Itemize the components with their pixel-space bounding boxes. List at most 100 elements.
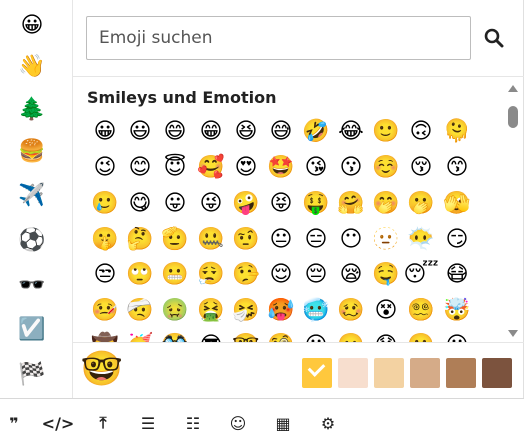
emoji-cell[interactable]: 😏 <box>442 225 472 255</box>
emoji-cell[interactable]: 😕 <box>301 331 331 343</box>
emoji-cell[interactable]: 🫤 <box>336 331 366 343</box>
emoji-cell[interactable]: 😗 <box>336 153 366 183</box>
scrollbar-thumb[interactable] <box>508 106 518 128</box>
gear-icon[interactable]: ⚙ <box>314 409 342 437</box>
numbered-list-icon[interactable]: ☷ <box>179 409 207 437</box>
emoji-cell[interactable]: 😋 <box>125 189 155 219</box>
bullet-list-icon[interactable]: ☰ <box>134 409 162 437</box>
emoji-cell[interactable]: 😐 <box>266 225 296 255</box>
emoji-cell[interactable]: 🤑 <box>301 189 331 219</box>
search-input[interactable] <box>87 17 470 59</box>
emoji-cell[interactable]: 😆 <box>231 117 261 147</box>
emoji-cell[interactable]: 🫣 <box>442 189 472 219</box>
emoji-cell[interactable]: 😶‍🌫️ <box>406 225 436 255</box>
emoji-cell[interactable]: 😵‍💫 <box>406 296 436 326</box>
skin-tone-dark[interactable] <box>482 358 512 388</box>
category-nature[interactable]: 🌲 <box>16 94 48 126</box>
skin-tone-medium-light[interactable] <box>374 358 404 388</box>
emoji-cell[interactable]: 😍 <box>231 153 261 183</box>
emoji-cell[interactable]: 😝 <box>266 189 296 219</box>
skin-tone-light[interactable] <box>338 358 368 388</box>
emoji-cell[interactable]: 🤭 <box>371 189 401 219</box>
emoji-cell[interactable]: 🧐 <box>266 331 296 343</box>
emoji-cell[interactable]: 😘 <box>301 153 331 183</box>
emoji-cell[interactable]: 🥳 <box>125 331 155 343</box>
emoji-cell[interactable]: 😶 <box>336 225 366 255</box>
emoji-cell[interactable]: 😮 <box>442 331 472 343</box>
emoji-cell[interactable]: 😛 <box>160 189 190 219</box>
emoji-cell[interactable]: 🫥 <box>371 225 401 255</box>
emoji-cell[interactable]: 😟 <box>371 331 401 343</box>
emoji-cell[interactable]: 😎 <box>196 331 226 343</box>
emoji-cell[interactable]: 🤫 <box>90 225 120 255</box>
emoji-cell[interactable]: 🥸 <box>160 331 190 343</box>
category-objects[interactable]: 🕶️ <box>16 270 48 302</box>
emoji-cell[interactable]: 😬 <box>160 260 190 290</box>
emoji-cell[interactable]: 😅 <box>266 117 296 147</box>
emoji-cell[interactable]: 🤮 <box>196 296 226 326</box>
emoji-cell[interactable]: 😉 <box>90 153 120 183</box>
scrollbar[interactable] <box>505 80 521 342</box>
emoji-cell[interactable]: 🫡 <box>160 225 190 255</box>
category-people[interactable]: 👋 <box>16 51 48 83</box>
emoji-cell[interactable]: 🙄 <box>125 260 155 290</box>
emoji-cell[interactable]: 😔 <box>301 260 331 290</box>
code-icon[interactable]: </> <box>42 409 75 437</box>
emoji-cell[interactable]: 🤕 <box>125 296 155 326</box>
emoji-cell[interactable]: 🙂 <box>371 117 401 147</box>
emoji-cell[interactable]: 🤤 <box>371 260 401 290</box>
scroll-down-arrow-icon[interactable] <box>508 330 518 337</box>
emoji-cell[interactable]: 😑 <box>301 225 331 255</box>
emoji-cell[interactable]: 🙃 <box>406 117 436 147</box>
emoji-cell[interactable]: 🤗 <box>336 189 366 219</box>
emoji-cell[interactable]: 🙁 <box>406 331 436 343</box>
emoji-cell[interactable]: 🤢 <box>160 296 190 326</box>
skin-tone-default[interactable] <box>302 358 332 388</box>
emoji-cell[interactable]: 🤠 <box>90 331 120 343</box>
category-symbols[interactable]: ☑️ <box>16 314 48 346</box>
skin-tone-medium-dark[interactable] <box>446 358 476 388</box>
emoji-cell[interactable]: 🤐 <box>196 225 226 255</box>
emoji-cell[interactable]: 😮‍💨 <box>196 260 226 290</box>
category-flags[interactable]: 🏁 <box>16 359 48 391</box>
emoji-cell[interactable]: 😂 <box>336 117 366 147</box>
category-smileys[interactable]: 😀 <box>16 10 48 42</box>
emoji-cell[interactable]: 😌 <box>266 260 296 290</box>
emoji-cell[interactable]: 😪 <box>336 260 366 290</box>
search-icon[interactable] <box>478 22 510 54</box>
emoji-cell[interactable]: 🤪 <box>231 189 261 219</box>
emoji-cell[interactable]: 😷 <box>442 260 472 290</box>
emoji-cell[interactable]: 🤨 <box>231 225 261 255</box>
emoji-cell[interactable]: 🤥 <box>231 260 261 290</box>
emoji-cell[interactable]: 🤣 <box>301 117 331 147</box>
emoji-cell[interactable]: 🥲 <box>90 189 120 219</box>
emoji-cell[interactable]: 🥰 <box>196 153 226 183</box>
emoji-cell[interactable]: 😃 <box>125 117 155 147</box>
emoji-cell[interactable]: 🤔 <box>125 225 155 255</box>
calendar-icon[interactable]: ▦ <box>269 409 297 437</box>
emoji-cell[interactable]: 🤩 <box>266 153 296 183</box>
upload-icon[interactable]: ⤒ <box>89 409 117 437</box>
emoji-cell[interactable]: 🤧 <box>231 296 261 326</box>
scroll-up-arrow-icon[interactable] <box>508 85 518 92</box>
emoji-icon[interactable]: ☺ <box>224 409 252 437</box>
emoji-cell[interactable]: 🤒 <box>90 296 120 326</box>
emoji-cell[interactable]: 😁 <box>196 117 226 147</box>
emoji-cell[interactable]: 🥵 <box>266 296 296 326</box>
emoji-cell[interactable]: 🤯 <box>442 296 472 326</box>
emoji-cell[interactable]: 🥶 <box>301 296 331 326</box>
emoji-cell[interactable]: 😒 <box>90 260 120 290</box>
emoji-cell[interactable]: 😵 <box>371 296 401 326</box>
emoji-cell[interactable]: 😄 <box>160 117 190 147</box>
emoji-cell[interactable]: 😇 <box>160 153 190 183</box>
emoji-cell[interactable]: 😀 <box>90 117 120 147</box>
emoji-cell[interactable]: 😚 <box>406 153 436 183</box>
emoji-cell[interactable]: ☺️ <box>371 153 401 183</box>
emoji-cell[interactable]: 🤓 <box>231 331 261 343</box>
emoji-cell[interactable]: 😜 <box>196 189 226 219</box>
emoji-cell[interactable]: 🥴 <box>336 296 366 326</box>
emoji-cell[interactable]: 🫠 <box>442 117 472 147</box>
emoji-cell[interactable]: 😴 <box>403 260 438 290</box>
emoji-cell[interactable]: 😙 <box>442 153 472 183</box>
category-food[interactable]: 🍔 <box>16 136 48 168</box>
